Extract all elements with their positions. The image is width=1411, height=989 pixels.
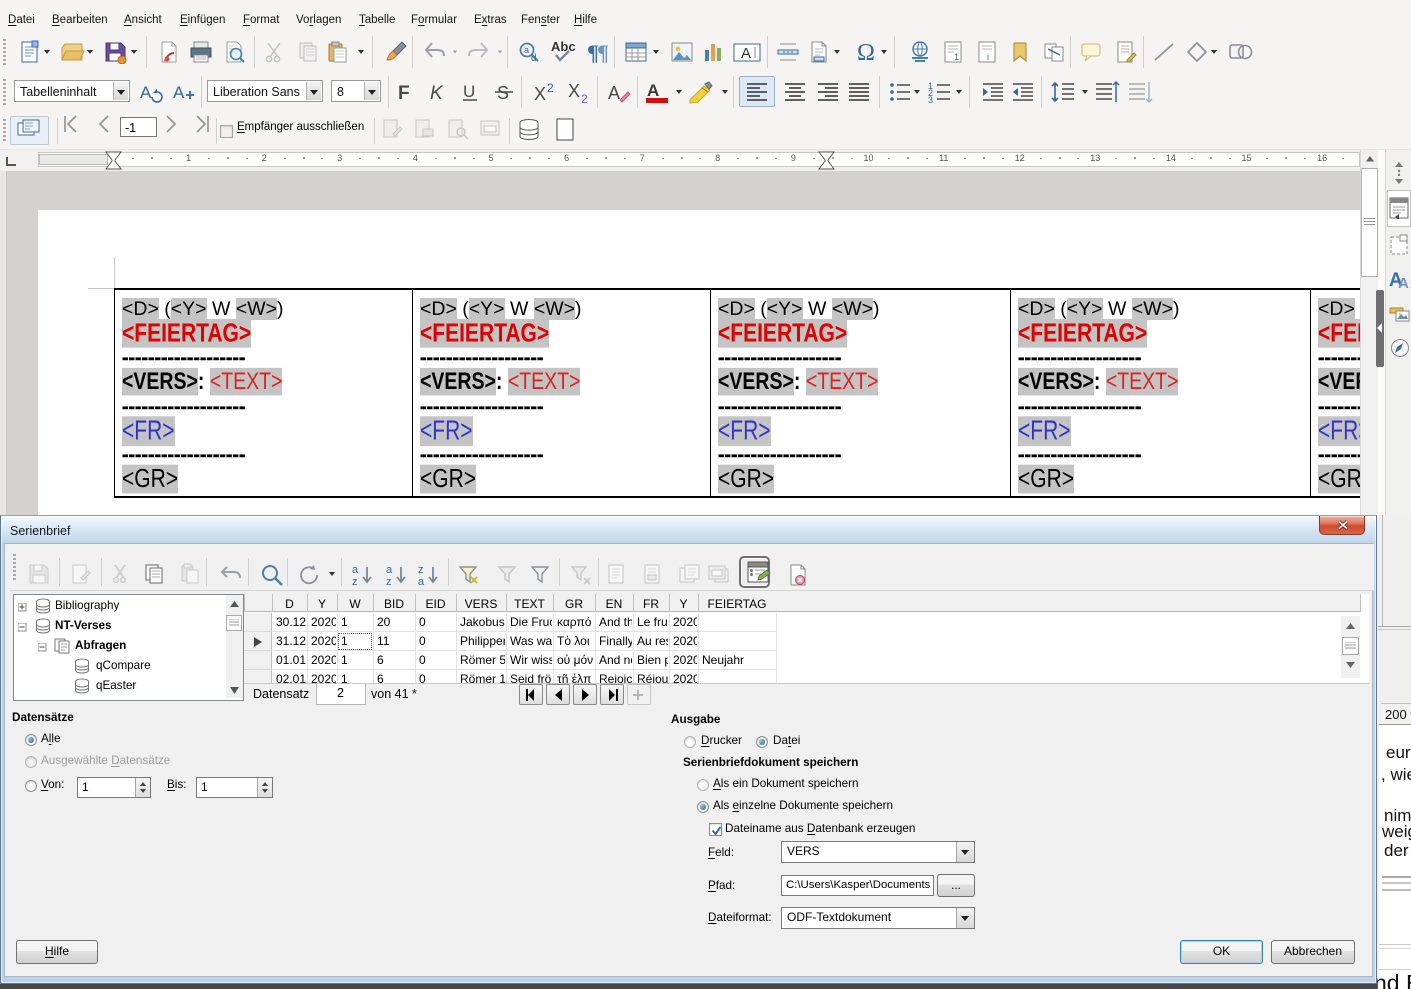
svg-text:z: z bbox=[352, 576, 358, 587]
svg-text:i: i bbox=[987, 52, 989, 62]
svg-text:3: 3 bbox=[928, 95, 933, 104]
svg-text:2: 2 bbox=[547, 81, 554, 95]
svg-text:U: U bbox=[463, 82, 475, 101]
svg-text:A: A bbox=[608, 83, 620, 103]
svg-text:X: X bbox=[534, 84, 546, 104]
svg-text:Abc: Abc bbox=[551, 40, 576, 54]
svg-text:A: A bbox=[140, 83, 152, 102]
svg-text:a: a bbox=[418, 576, 425, 587]
svg-text:A: A bbox=[647, 81, 659, 100]
svg-text:a: a bbox=[386, 564, 393, 576]
svg-text:X: X bbox=[568, 81, 580, 101]
svg-text:S: S bbox=[497, 83, 509, 103]
svg-text:K: K bbox=[430, 83, 444, 104]
svg-text:F: F bbox=[398, 83, 410, 104]
svg-text:1: 1 bbox=[954, 52, 959, 62]
svg-text:a: a bbox=[352, 564, 359, 576]
svg-text:a: a bbox=[524, 45, 529, 55]
svg-text:2: 2 bbox=[581, 92, 588, 104]
svg-text:d: d bbox=[531, 53, 537, 64]
svg-text:A: A bbox=[741, 45, 751, 62]
svg-text:z: z bbox=[386, 576, 392, 587]
svg-text:A: A bbox=[1398, 275, 1409, 291]
svg-text:z: z bbox=[418, 564, 424, 576]
svg-text:Ω: Ω bbox=[857, 40, 875, 64]
svg-text:A: A bbox=[173, 83, 185, 102]
svg-text:¶: ¶ bbox=[597, 40, 609, 64]
